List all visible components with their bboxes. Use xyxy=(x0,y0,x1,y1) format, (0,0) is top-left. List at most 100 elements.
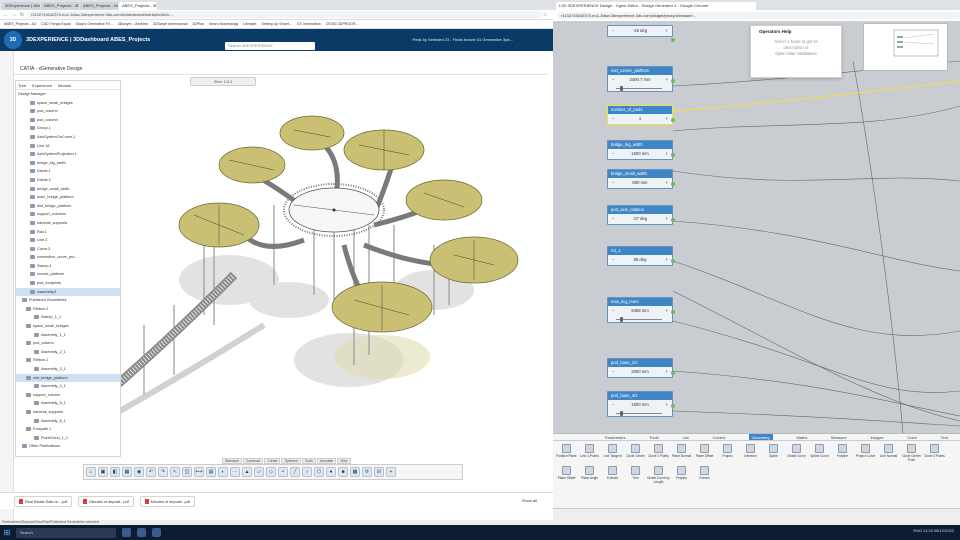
home-icon[interactable]: ⌂ xyxy=(86,467,96,477)
output-port[interactable] xyxy=(671,404,675,408)
tab-experience[interactable]: Experience xyxy=(32,83,52,88)
parameter-node[interactable]: max_leg_room − 9458 mm + xyxy=(607,297,675,323)
tree-item[interactable]: Curve.3 xyxy=(16,245,120,254)
download-item[interactable]: Real Estate Sale-re....pdf xyxy=(14,495,73,507)
bookmark[interactable]: Ikea's Morphology xyxy=(209,22,238,26)
category-tab[interactable]: Geometry xyxy=(749,434,773,440)
tree-item[interactable]: Divide.1 xyxy=(16,167,120,176)
node-value[interactable]: 1500 mm xyxy=(631,149,648,159)
plus-icon[interactable]: + xyxy=(666,400,668,410)
tree-item[interactable]: Assembly_5_1 xyxy=(16,399,120,408)
browser-tab[interactable]: ABES_Projects - 3DEx... xyxy=(41,2,79,10)
tab-module[interactable]: Module xyxy=(58,83,71,88)
node-slider[interactable] xyxy=(616,86,662,91)
plus-icon[interactable]: + xyxy=(666,367,668,377)
tree-item[interactable]: Sweep.1 xyxy=(16,262,120,271)
tree-item[interactable]: dist_bridge_platform xyxy=(16,202,120,211)
hexagon-icon[interactable]: ⬡ xyxy=(314,467,324,477)
output-port[interactable] xyxy=(671,218,675,222)
category-tab[interactable]: Tools xyxy=(649,434,658,440)
tree-item[interactable]: Assembly_2_1 xyxy=(16,348,120,357)
minus-icon[interactable]: − xyxy=(612,367,614,377)
show-all-button[interactable]: Show all xyxy=(522,498,537,503)
tree-item[interactable]: AxisSystemOnCurve.1 xyxy=(16,133,120,142)
operator-tool[interactable]: Line Tangent xyxy=(601,443,624,465)
operator-tool[interactable]: Divide Curve xyxy=(785,443,808,465)
bookmark[interactable]: 3DPlan xyxy=(192,22,204,26)
tree-item[interactable]: handrail_supports xyxy=(16,408,120,417)
operator-tool[interactable]: Plane Normal xyxy=(670,443,693,465)
category-tab[interactable]: Measure xyxy=(831,434,847,440)
tree-item[interactable]: Ribbon.2 xyxy=(16,305,120,314)
circle-icon[interactable]: ○ xyxy=(302,467,312,477)
search-input[interactable]: Search 3DEXPERIENCE xyxy=(225,42,315,50)
operator-tool[interactable]: Spline Curve xyxy=(808,443,831,465)
operator-tool[interactable]: Polyline xyxy=(831,443,854,465)
tree-item[interactable]: Assembly_4_1 xyxy=(16,382,120,391)
parameter-node[interactable]: pod_base_3/4− 1500 mm + xyxy=(607,391,675,417)
minus-icon[interactable]: − xyxy=(612,255,614,265)
tree-item[interactable]: Assembly_3_1 xyxy=(16,365,120,374)
operator-tool[interactable]: Line Normal xyxy=(877,443,900,465)
measure-icon[interactable]: ⟷ xyxy=(194,467,204,477)
operator-tool[interactable]: Extrude xyxy=(601,465,624,487)
mesh-icon[interactable]: ▩ xyxy=(350,467,360,477)
tree-item[interactable]: connection_curve_pro... xyxy=(16,253,120,262)
parameter-node[interactable]: mid_corner_platform − 2400.7 mm + xyxy=(607,66,675,92)
pipe-icon[interactable]: ⊟ xyxy=(374,467,384,477)
surface-icon[interactable]: ◇ xyxy=(266,467,276,477)
slider-handle[interactable] xyxy=(620,86,623,91)
taskbar-app-icon[interactable] xyxy=(152,528,161,537)
tree-item[interactable]: space_small_bridges xyxy=(16,99,120,108)
section-icon[interactable]: ▤ xyxy=(206,467,216,477)
parameter-node[interactable]: pod_base_1/2− 2000 mm + xyxy=(607,358,675,378)
bookmark[interactable]: Lifestyle xyxy=(243,22,256,26)
operator-tool[interactable]: Circle Center Point xyxy=(900,443,923,465)
node-value[interactable]: 9458 mm xyxy=(631,306,648,316)
tab-tree[interactable]: Tree xyxy=(18,83,26,88)
grid-icon[interactable]: ▦ xyxy=(122,467,132,477)
windows-start-icon[interactable]: ⊞ xyxy=(0,525,14,540)
output-port[interactable] xyxy=(671,182,675,186)
operator-tool[interactable]: Project Curve xyxy=(854,443,877,465)
tree-item[interactable]: Footpath.1 xyxy=(16,425,120,434)
tree-item[interactable]: Sweep_1_1 xyxy=(16,313,120,322)
box-tool-icon[interactable]: ■ xyxy=(338,467,348,477)
node-graph-canvas[interactable]: − -25 deg + mid_corner_platform −2400.7 mm + n… xyxy=(553,21,960,433)
tree-item[interactable]: mid_bridge_platform xyxy=(16,373,120,383)
bookmark[interactable]: 3Dswym - iAmMed xyxy=(118,22,148,26)
output-port[interactable] xyxy=(671,371,675,375)
bookmark[interactable]: Okay's Generative Fil... xyxy=(75,22,112,26)
operator-tool[interactable]: Polyline xyxy=(670,465,693,487)
minus-icon[interactable]: − xyxy=(612,75,614,85)
undo-icon[interactable]: ↶ xyxy=(146,467,156,477)
tree-item[interactable]: support_columns xyxy=(16,210,120,219)
node-value[interactable]: 2400.7 mm xyxy=(630,75,651,85)
node-value[interactable]: -37 deg xyxy=(633,214,647,224)
plus-icon[interactable]: + xyxy=(666,75,668,85)
box-icon[interactable]: ▣ xyxy=(98,467,108,477)
slider-handle[interactable] xyxy=(620,317,623,322)
output-port[interactable] xyxy=(671,118,675,122)
output-port[interactable] xyxy=(671,79,675,83)
tree-item[interactable]: Divide.2 xyxy=(16,176,120,185)
plus-icon[interactable]: + xyxy=(386,467,396,477)
parameter-node[interactable]: bridge_small_width − 800 mm + xyxy=(607,169,675,189)
node-value[interactable]: 1 xyxy=(639,114,641,124)
minus-icon[interactable]: − xyxy=(612,114,614,124)
tree-item[interactable]: Rail.1 xyxy=(16,228,120,237)
output-port[interactable] xyxy=(671,259,675,263)
tree-item[interactable]: Assembly_6_1 xyxy=(16,417,120,426)
bookmark[interactable]: ABES_Projects - A2 xyxy=(4,22,36,26)
tree-item[interactable]: Line.2 xyxy=(16,236,120,245)
forward-icon[interactable]: → xyxy=(11,12,17,18)
tree-item[interactable]: pod_footprints xyxy=(16,279,120,288)
browser-tab[interactable]: 3DExperience | Windo... xyxy=(2,2,40,10)
tree-item[interactable]: Other Publications xyxy=(16,442,120,451)
redo-icon[interactable]: ↷ xyxy=(158,467,168,477)
tree-item[interactable]: pod_column xyxy=(16,116,120,125)
slider-handle[interactable] xyxy=(620,411,623,416)
category-tab[interactable]: Parameters xyxy=(605,434,626,440)
browser-tab-active[interactable]: LSD 3DEXPERIENCE Design - Xgem Editor - … xyxy=(556,2,756,10)
url-field[interactable]: r1132743042370-eu1-3dsw.3dexperience.3ds… xyxy=(27,11,542,18)
